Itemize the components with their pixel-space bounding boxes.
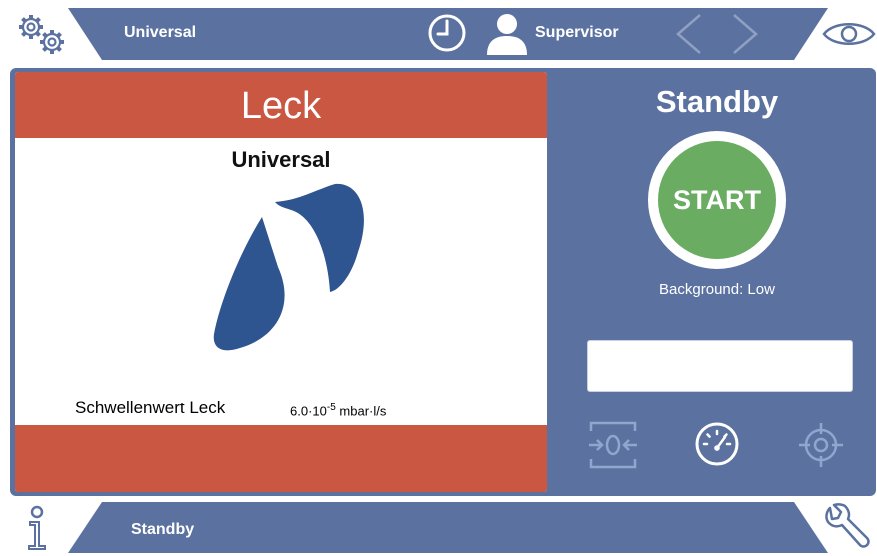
leak-rate-bar (15, 425, 547, 492)
back-chevron-icon[interactable] (674, 12, 704, 56)
wrench-icon[interactable] (822, 503, 870, 550)
status-title: Standby (655, 84, 779, 119)
user-label: Supervisor (535, 24, 619, 41)
forward-chevron-icon[interactable] (730, 12, 760, 56)
inficon-logo (200, 182, 365, 352)
mode-label: Universal (124, 24, 197, 41)
gauge-icon[interactable] (694, 421, 740, 467)
leak-rate-value: 8.1·10-5 (158, 382, 230, 409)
settings-gears-icon[interactable] (14, 12, 70, 56)
user-icon[interactable] (484, 11, 530, 57)
leak-rate-mantissa: 8.1·10 (158, 385, 218, 408)
eye-icon[interactable] (822, 19, 876, 49)
zero-icon[interactable] (587, 419, 639, 471)
status-input-box[interactable] (587, 340, 853, 392)
footer-status: Standby (131, 521, 195, 538)
background-status: Background: Low (659, 281, 775, 298)
start-button[interactable]: START (658, 141, 776, 259)
info-icon[interactable] (24, 505, 50, 551)
target-icon[interactable] (797, 421, 845, 469)
mode-title: Universal (231, 147, 331, 172)
leak-header: Leck (15, 72, 547, 138)
leak-rate-exponent: -5 (217, 382, 230, 398)
leak-panel: Leck Universal Schwellenwert Leck 6.0·10… (15, 72, 547, 492)
clock-icon[interactable] (427, 13, 467, 53)
leak-rate-unit: mbar·l/s (289, 384, 363, 405)
